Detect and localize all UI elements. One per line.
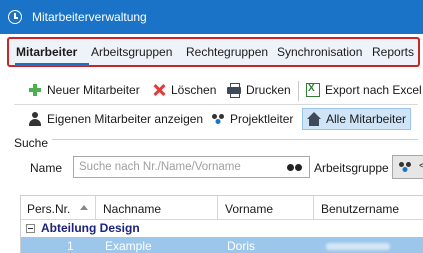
delete-button[interactable]: Löschen — [152, 79, 216, 101]
column-header-persnr[interactable]: Pers.Nr. — [27, 202, 70, 216]
export-excel-label: Export nach Excel — [325, 83, 422, 97]
sort-ascending-icon — [80, 205, 88, 210]
dropdown-caret: < — [419, 160, 423, 172]
excel-icon — [306, 83, 320, 97]
toolbar-row-actions: Neuer Mitarbeiter Löschen Drucken Export… — [0, 79, 423, 103]
workgroup-label: Arbeitsgruppe — [314, 161, 389, 175]
plus-icon — [28, 83, 42, 97]
column-header-vorname[interactable]: Vorname — [225, 202, 273, 216]
collapse-icon[interactable] — [26, 224, 35, 233]
all-employees-button[interactable]: Alle Mitarbeiter — [302, 108, 412, 130]
table-row[interactable]: 1 Example Doris — [21, 237, 423, 253]
column-divider[interactable] — [313, 196, 314, 220]
workgroup-dropdown[interactable]: < — [392, 155, 423, 179]
own-employees-label: Eigenen Mitarbeiter anzeigen — [47, 112, 204, 126]
print-label: Drucken — [246, 83, 291, 97]
cell-nachname: Example — [105, 239, 152, 253]
toolbar-divider — [298, 81, 299, 101]
home-icon — [307, 112, 321, 126]
person-icon — [28, 112, 42, 126]
project-leads-button[interactable]: Projektleiter — [211, 108, 293, 130]
cell-vorname: Doris — [227, 239, 256, 253]
printer-icon — [227, 83, 241, 98]
group-label: Abteilung Design — [41, 221, 140, 235]
title-bar: Mitarbeiterverwaltung — [0, 0, 423, 34]
export-excel-button[interactable]: Export nach Excel — [306, 79, 422, 101]
menu-item-reports[interactable]: Reports — [372, 45, 414, 59]
search-section-label: Suche — [14, 136, 53, 150]
active-tab-indicator — [15, 63, 89, 66]
clock-icon — [8, 10, 22, 24]
workgroup-icon — [398, 160, 412, 174]
menu-item-arbeitsgruppen[interactable]: Arbeitsgruppen — [91, 45, 172, 59]
menu-item-synchronisation[interactable]: Synchronisation — [277, 45, 362, 59]
new-employee-button[interactable]: Neuer Mitarbeiter — [28, 79, 140, 101]
employee-grid: Pers.Nr. Nachname Vorname Benutzername A… — [20, 195, 423, 253]
column-divider[interactable] — [217, 196, 218, 220]
cell-persnr: 1 — [67, 239, 74, 253]
new-employee-label: Neuer Mitarbeiter — [47, 83, 140, 97]
delete-label: Löschen — [171, 83, 217, 97]
toolbar-row-divider — [14, 104, 418, 105]
main-menu: Mitarbeiter Arbeitsgruppen Rechtegruppen… — [7, 37, 420, 67]
project-leads-label: Projektleiter — [230, 112, 294, 126]
binoculars-icon[interactable] — [287, 160, 303, 174]
group-row[interactable]: Abteilung Design — [21, 220, 423, 237]
search-input[interactable] — [73, 156, 310, 178]
menu-item-mitarbeiter[interactable]: Mitarbeiter — [16, 45, 77, 59]
search-panel: Suche Name Arbeitsgruppe < — [14, 136, 423, 191]
column-header-nachname[interactable]: Nachname — [103, 202, 161, 216]
grid-header: Pers.Nr. Nachname Vorname Benutzername — [21, 196, 423, 220]
column-divider[interactable] — [95, 196, 96, 220]
column-header-benutzername[interactable]: Benutzername — [321, 202, 399, 216]
delete-icon — [152, 83, 166, 97]
print-button[interactable]: Drucken — [227, 79, 291, 101]
own-employees-button[interactable]: Eigenen Mitarbeiter anzeigen — [28, 108, 203, 130]
toolbar-row-filters: Eigenen Mitarbeiter anzeigen Projektleit… — [0, 108, 423, 132]
name-label: Name — [30, 161, 63, 175]
window-title: Mitarbeiterverwaltung — [32, 10, 147, 24]
all-employees-label: Alle Mitarbeiter — [326, 112, 407, 126]
group-icon — [211, 112, 225, 126]
cell-benutzername-redacted — [326, 243, 390, 250]
menu-item-rechtegruppen[interactable]: Rechtegruppen — [186, 45, 268, 59]
